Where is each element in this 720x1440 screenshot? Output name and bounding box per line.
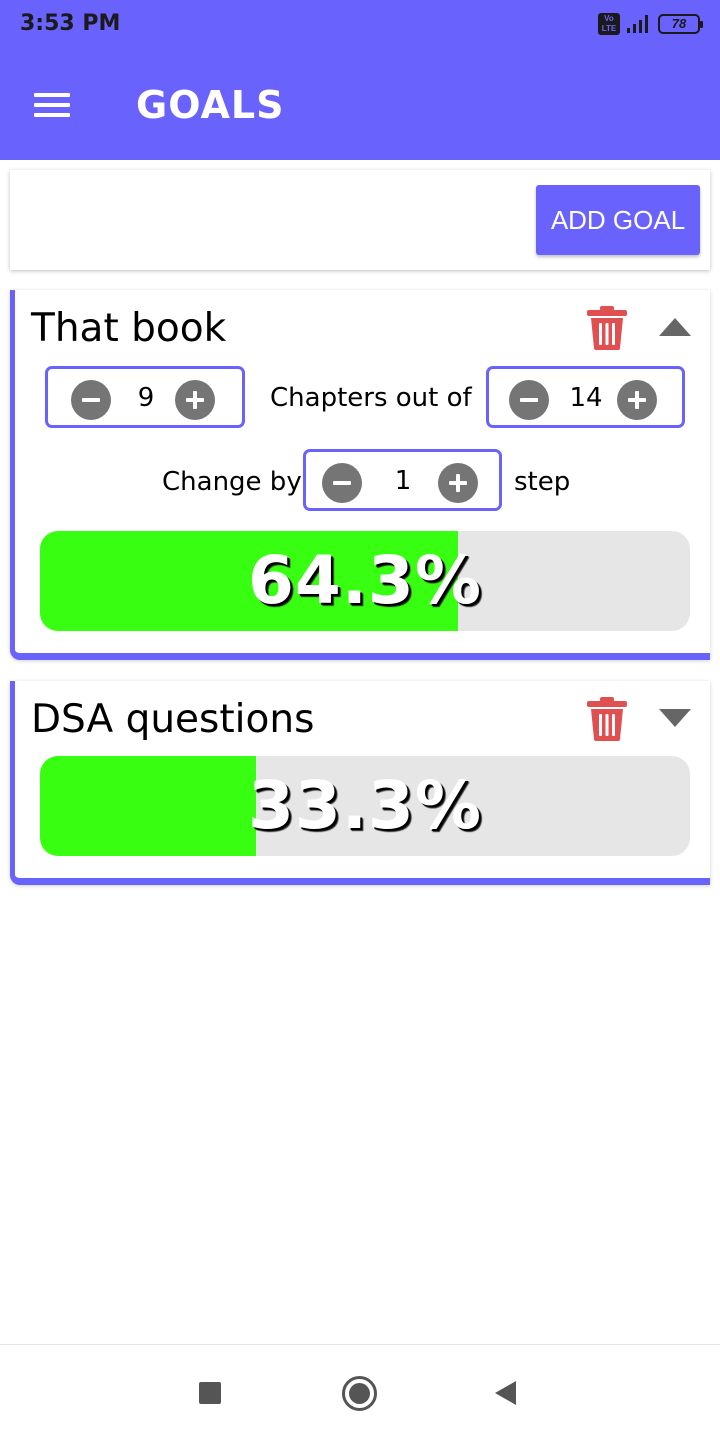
unit-label: Chapters out of bbox=[270, 383, 472, 413]
hamburger-menu-icon[interactable] bbox=[34, 93, 70, 117]
signal-icon bbox=[627, 15, 648, 33]
goal-title: That book bbox=[31, 306, 227, 351]
trash-icon[interactable] bbox=[587, 697, 627, 741]
app-header: 3:53 PM Vo LTE 78 GOALS bbox=[0, 0, 720, 160]
square-icon[interactable] bbox=[199, 1382, 221, 1404]
goal-title: DSA questions bbox=[31, 697, 315, 742]
step-value: 1 bbox=[394, 466, 412, 496]
step-suffix-label: step bbox=[514, 467, 571, 497]
plus-circle-icon[interactable] bbox=[175, 380, 215, 420]
current-value-stepper: 9 bbox=[45, 366, 245, 428]
step-stepper: 1 bbox=[303, 449, 502, 511]
total-value-stepper: 14 bbox=[486, 366, 685, 428]
caret-up-icon[interactable] bbox=[658, 316, 692, 338]
circle-icon[interactable] bbox=[342, 1376, 377, 1411]
minus-circle-icon[interactable] bbox=[322, 463, 362, 503]
system-nav-bar bbox=[0, 1344, 720, 1440]
progress-bar: 64.3% bbox=[40, 531, 690, 631]
minus-circle-icon[interactable] bbox=[71, 380, 111, 420]
plus-circle-icon[interactable] bbox=[617, 380, 657, 420]
caret-down-icon[interactable] bbox=[658, 707, 692, 729]
goal-card: That book 9 Chapters out of 14 Change by… bbox=[10, 290, 710, 660]
triangle-back-icon[interactable] bbox=[495, 1381, 516, 1405]
volte-icon: Vo LTE bbox=[598, 13, 620, 35]
total-value: 14 bbox=[569, 383, 603, 413]
current-value: 9 bbox=[137, 383, 155, 413]
page-title: GOALS bbox=[136, 83, 285, 127]
progress-percent: 64.3% bbox=[248, 542, 482, 619]
add-goal-button[interactable]: ADD GOAL bbox=[536, 185, 700, 255]
minus-circle-icon[interactable] bbox=[509, 380, 549, 420]
plus-circle-icon[interactable] bbox=[438, 463, 478, 503]
status-icons: Vo LTE 78 bbox=[598, 13, 703, 35]
change-by-label: Change by bbox=[162, 467, 302, 497]
progress-bar: 33.3% bbox=[40, 756, 690, 856]
trash-icon[interactable] bbox=[587, 306, 627, 350]
status-time: 3:53 PM bbox=[20, 11, 121, 36]
progress-percent: 33.3% bbox=[248, 767, 482, 844]
add-goal-card: ADD GOAL bbox=[10, 170, 710, 270]
goal-card: DSA questions 33.3% bbox=[10, 681, 710, 885]
battery-icon: 78 bbox=[658, 14, 703, 34]
